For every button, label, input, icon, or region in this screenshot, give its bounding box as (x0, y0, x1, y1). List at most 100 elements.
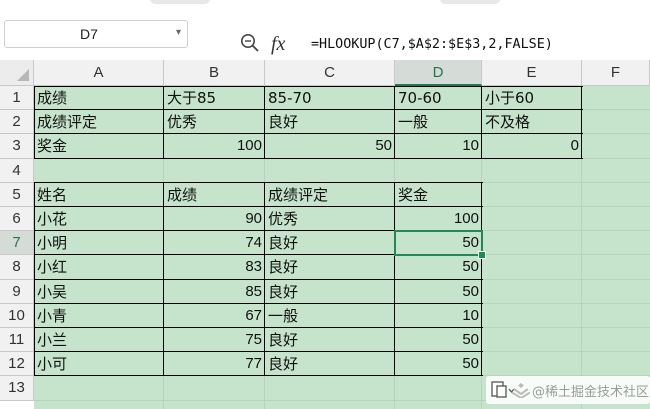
spreadsheet-grid: 成绩 大于85 85-70 70-60 小于60 成绩评定 优秀 良好 一般 不及格 奖金 100 50… (0, 60, 650, 409)
row-header-9[interactable]: 9 (0, 279, 34, 304)
row-header-8[interactable]: 8 (0, 255, 34, 280)
column-header-f[interactable]: F (582, 60, 650, 86)
table-border (581, 86, 582, 159)
cell-c9[interactable]: 良好 (265, 280, 395, 304)
table-border (163, 181, 164, 377)
table-border (34, 133, 583, 135)
cell-a6[interactable]: 小花 (34, 207, 164, 231)
cell-e2[interactable]: 不及格 (482, 110, 582, 134)
cell-b10[interactable]: 67 (164, 304, 265, 328)
table-border (163, 86, 164, 159)
row-header-12[interactable]: 12 (0, 352, 34, 377)
row-header-5[interactable]: 5 (0, 182, 34, 207)
cell-b11[interactable]: 75 (164, 328, 265, 352)
cell-c8[interactable]: 良好 (265, 255, 395, 279)
cell-b8[interactable]: 83 (164, 255, 265, 279)
formula-input[interactable]: =HLOOKUP(C7,$A$2:$E$3,2,FALSE) (311, 32, 641, 58)
cell-b12[interactable]: 77 (164, 352, 265, 376)
cell-a1[interactable]: 成绩 (34, 86, 164, 110)
row-header-2[interactable]: 2 (0, 110, 34, 135)
cell-a2[interactable]: 成绩评定 (34, 110, 164, 134)
cell-b2[interactable]: 优秀 (164, 110, 265, 134)
cell-d10[interactable]: 10 (395, 304, 482, 328)
cell-a11[interactable]: 小兰 (34, 328, 164, 352)
table-border (34, 302, 483, 304)
column-header-b[interactable]: B (164, 60, 265, 86)
cell-c7[interactable]: 良好 (265, 231, 395, 255)
row-header-3[interactable]: 3 (0, 134, 34, 159)
cell-a8[interactable]: 小红 (34, 255, 164, 279)
cell-area[interactable]: 成绩 大于85 85-70 70-60 小于60 成绩评定 优秀 良好 一般 不及格 奖金 100 50… (34, 86, 650, 409)
row-header-10[interactable]: 10 (0, 303, 34, 328)
juejin-logo-icon (511, 382, 531, 402)
table-border (34, 206, 483, 207)
cell-d6[interactable]: 100 (395, 207, 482, 231)
cell-c2[interactable]: 良好 (265, 110, 395, 134)
cell-d5[interactable]: 奖金 (395, 183, 482, 207)
cell-b1[interactable]: 大于85 (164, 86, 265, 110)
cell-a3[interactable]: 奖金 (34, 134, 164, 158)
watermark: @稀土掘金技术社区 (486, 376, 650, 404)
row-header-11[interactable]: 11 (0, 328, 34, 353)
row-header-6[interactable]: 6 (0, 207, 34, 232)
cell-c3[interactable]: 50 (265, 134, 395, 158)
formula-bar: D7 ▾ fx =HLOOKUP(C7,$A$2:$E$3,2,FALSE) (0, 14, 650, 60)
cell-a9[interactable]: 小吴 (34, 280, 164, 304)
column-header-a[interactable]: A (34, 60, 164, 86)
formula-zoom-icon[interactable] (240, 33, 260, 57)
cell-d9[interactable]: 50 (395, 280, 482, 304)
fx-icon[interactable]: fx (271, 33, 285, 56)
cell-c5[interactable]: 成绩评定 (265, 183, 395, 207)
table-border (394, 181, 395, 377)
table-border (34, 86, 35, 159)
cell-a10[interactable]: 小青 (34, 304, 164, 328)
cell-d8[interactable]: 50 (395, 255, 482, 279)
table-border (34, 181, 483, 183)
table-border (394, 86, 395, 159)
name-box[interactable]: D7 ▾ (4, 20, 188, 48)
cell-c10[interactable]: 一般 (265, 304, 395, 328)
row-header-13[interactable]: 13 (0, 376, 34, 401)
row-header-1[interactable]: 1 (0, 86, 34, 111)
tab-edge (150, 0, 210, 4)
table-border (264, 86, 265, 159)
cell-a5[interactable]: 姓名 (34, 183, 164, 207)
cell-c1[interactable]: 85-70 (265, 86, 395, 110)
chevron-down-icon[interactable]: ▾ (176, 27, 181, 38)
table-border (34, 157, 583, 159)
cell-b7[interactable]: 74 (164, 231, 265, 255)
cell-c11[interactable]: 良好 (265, 328, 395, 352)
cell-a12[interactable]: 小可 (34, 352, 164, 376)
table-border (34, 109, 583, 111)
tab-edge (440, 0, 500, 4)
table-border (34, 278, 483, 280)
cell-d2[interactable]: 一般 (395, 110, 482, 134)
column-header-c[interactable]: C (265, 60, 395, 86)
table-border (481, 86, 482, 159)
watermark-text: @稀土掘金技术社区 (532, 385, 650, 400)
table-border (34, 181, 35, 377)
cell-d3[interactable]: 10 (395, 134, 482, 158)
cell-c12[interactable]: 良好 (265, 352, 395, 376)
cell-b5[interactable]: 成绩 (164, 183, 265, 207)
cell-e3[interactable]: 0 (482, 134, 582, 158)
row-header-7[interactable]: 7 (0, 231, 34, 256)
name-box-value: D7 (80, 26, 98, 42)
table-border (34, 351, 483, 353)
column-header-d[interactable]: D (395, 60, 482, 86)
column-header-e[interactable]: E (482, 60, 582, 86)
row-header-4[interactable]: 4 (0, 158, 34, 183)
cell-b6[interactable]: 90 (164, 207, 265, 231)
cell-b3[interactable]: 100 (164, 134, 265, 158)
table-border (34, 86, 583, 87)
cell-a7[interactable]: 小明 (34, 231, 164, 255)
fill-handle[interactable] (478, 251, 486, 260)
cell-c6[interactable]: 优秀 (265, 207, 395, 231)
cell-b9[interactable]: 85 (164, 280, 265, 304)
select-all-corner[interactable] (0, 60, 34, 86)
cell-d1[interactable]: 70-60 (395, 86, 482, 110)
cell-e1[interactable]: 小于60 (482, 86, 582, 110)
cell-d11[interactable]: 50 (395, 328, 482, 352)
cell-d12[interactable]: 50 (395, 352, 482, 376)
table-border (34, 327, 483, 328)
